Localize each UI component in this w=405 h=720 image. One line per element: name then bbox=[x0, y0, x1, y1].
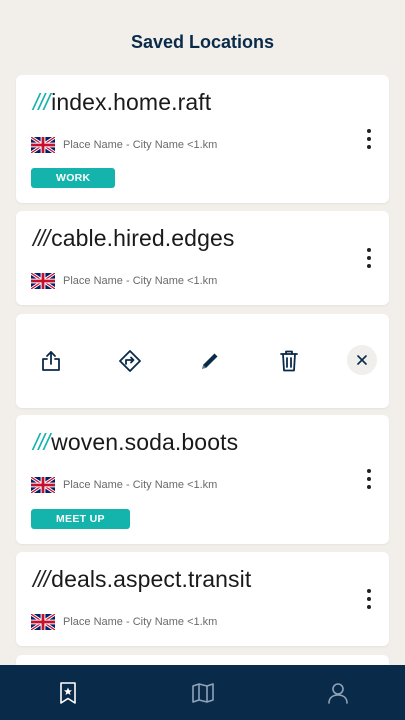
more-vertical-icon bbox=[367, 589, 371, 609]
address-words: cable.hired.edges bbox=[51, 225, 235, 251]
location-meta: Place Name - City Name <1.km bbox=[31, 477, 217, 493]
more-vertical-icon bbox=[367, 129, 371, 149]
address-words: index.home.raft bbox=[51, 89, 212, 115]
close-actions-button[interactable] bbox=[347, 345, 377, 375]
location-address: ///woven.soda.boots bbox=[33, 429, 238, 456]
delete-button[interactable] bbox=[274, 346, 304, 376]
location-card[interactable]: ///deals.aspect.transit Place Name - Cit… bbox=[16, 552, 389, 646]
profile-icon bbox=[327, 682, 348, 704]
more-options-button[interactable] bbox=[357, 243, 381, 273]
map-icon bbox=[191, 682, 214, 703]
close-icon bbox=[357, 355, 367, 365]
address-words: woven.soda.boots bbox=[51, 429, 239, 455]
location-actions-bar bbox=[16, 314, 389, 408]
location-address: ///index.home.raft bbox=[33, 89, 211, 116]
saved-bookmark-icon bbox=[59, 681, 76, 704]
tag-badge: WORK bbox=[31, 168, 116, 188]
page-title: Saved Locations bbox=[130, 31, 275, 52]
address-slashes: /// bbox=[33, 429, 50, 455]
address-slashes: /// bbox=[33, 566, 50, 592]
share-button[interactable] bbox=[36, 346, 66, 376]
header: Saved Locations bbox=[0, 0, 405, 74]
location-card[interactable]: ///cable.hired.edges Place Name - City N… bbox=[16, 211, 389, 305]
address-words: deals.aspect.transit bbox=[51, 566, 252, 592]
more-vertical-icon bbox=[367, 469, 371, 489]
nav-saved[interactable] bbox=[0, 665, 135, 720]
directions-icon bbox=[119, 350, 141, 372]
uk-flag-icon bbox=[31, 477, 55, 493]
more-options-button[interactable] bbox=[357, 124, 381, 154]
location-address: ///deals.aspect.transit bbox=[33, 566, 251, 593]
directions-button[interactable] bbox=[115, 346, 145, 376]
place-name: Place Name - City Name <1.km bbox=[63, 479, 218, 491]
location-card[interactable]: ///index.home.raft Place Name - City Nam… bbox=[16, 75, 389, 203]
location-meta: Place Name - City Name <1.km bbox=[31, 137, 217, 153]
more-options-button[interactable] bbox=[357, 464, 381, 494]
uk-flag-icon bbox=[31, 273, 55, 289]
nav-map[interactable] bbox=[135, 665, 270, 720]
share-icon bbox=[42, 351, 60, 371]
address-slashes: /// bbox=[33, 89, 50, 115]
address-slashes: /// bbox=[33, 225, 50, 251]
place-name: Place Name - City Name <1.km bbox=[63, 275, 218, 287]
uk-flag-icon bbox=[31, 614, 55, 630]
location-meta: Place Name - City Name <1.km bbox=[31, 614, 217, 630]
bottom-navigation bbox=[0, 665, 405, 720]
location-card[interactable]: ///woven.soda.boots Place Name - City Na… bbox=[16, 415, 389, 544]
place-name: Place Name - City Name <1.km bbox=[63, 139, 218, 151]
edit-pencil-icon bbox=[202, 353, 218, 369]
nav-profile[interactable] bbox=[270, 665, 405, 720]
place-name: Place Name - City Name <1.km bbox=[63, 616, 218, 628]
tag-badge: MEET UP bbox=[31, 509, 130, 529]
edit-button[interactable] bbox=[195, 346, 225, 376]
location-meta: Place Name - City Name <1.km bbox=[31, 273, 217, 289]
more-vertical-icon bbox=[367, 248, 371, 268]
trash-icon bbox=[280, 350, 298, 372]
uk-flag-icon bbox=[31, 137, 55, 153]
location-address: ///cable.hired.edges bbox=[33, 225, 234, 252]
more-options-button[interactable] bbox=[357, 584, 381, 614]
